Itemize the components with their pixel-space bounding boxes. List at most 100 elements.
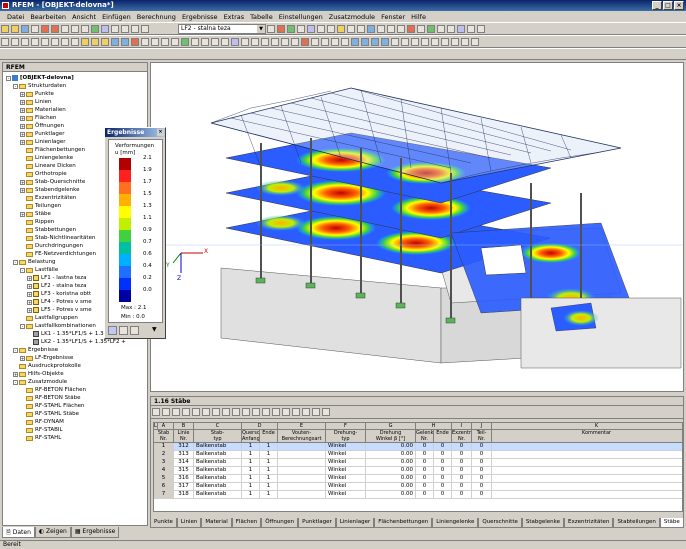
- row-header[interactable]: 6: [154, 483, 174, 491]
- expand-icon[interactable]: +: [20, 139, 25, 145]
- table-cell[interactable]: [278, 459, 326, 467]
- scale-obj-icon[interactable]: [271, 38, 279, 46]
- tab-ergebnisse[interactable]: ▦ Ergebnisse: [70, 527, 120, 538]
- tree-item[interactable]: RF-STAHL Stäbe: [20, 410, 79, 418]
- tree-item[interactable]: RF-BETON Stäbe: [20, 394, 80, 402]
- table-cell[interactable]: Winkel: [326, 491, 366, 499]
- table-cell[interactable]: 0.00: [366, 467, 416, 475]
- delete-icon[interactable]: [301, 38, 309, 46]
- sort-icon[interactable]: [172, 408, 180, 416]
- spline-icon[interactable]: [61, 38, 69, 46]
- table-cell[interactable]: 1: [242, 491, 260, 499]
- close-icon[interactable]: ×: [157, 129, 164, 136]
- tree-item[interactable]: Orthotropie: [20, 170, 67, 178]
- scale-icon[interactable]: [130, 326, 139, 335]
- table-cell[interactable]: 0: [416, 483, 434, 491]
- palette-icon[interactable]: [108, 326, 117, 335]
- table-cell[interactable]: [278, 475, 326, 483]
- table-cell[interactable]: Balkenstab: [194, 475, 242, 483]
- table-tab[interactable]: Flächenbettungen: [374, 518, 433, 528]
- table-cell[interactable]: 0: [472, 475, 492, 483]
- loadcase-select[interactable]: LF2 - stalna teza ▼: [178, 24, 266, 34]
- help-icon[interactable]: [477, 25, 486, 33]
- tree-item[interactable]: Exzentrizitäten: [20, 194, 76, 202]
- column-header[interactable]: QuerschnittAnfang: [242, 430, 260, 443]
- table-cell[interactable]: [492, 451, 682, 459]
- table-cell[interactable]: 312: [174, 443, 194, 451]
- tree-item[interactable]: + Stab-Querschnitte: [20, 178, 85, 186]
- lc-icon[interactable]: [141, 25, 149, 33]
- table-cell[interactable]: Balkenstab: [194, 491, 242, 499]
- grid-icon[interactable]: [152, 408, 160, 416]
- load-member-icon[interactable]: [161, 38, 169, 46]
- cut-icon[interactable]: [202, 408, 210, 416]
- section-icon[interactable]: [317, 25, 326, 33]
- table-cell[interactable]: 1: [260, 459, 278, 467]
- tree-item[interactable]: - Belastung: [13, 258, 56, 266]
- clip-icon[interactable]: [341, 38, 349, 46]
- table-cell[interactable]: 0: [416, 491, 434, 499]
- view-y-icon[interactable]: [361, 38, 369, 46]
- table-cell[interactable]: 0: [452, 491, 472, 499]
- expand-icon[interactable]: -: [13, 259, 18, 265]
- table-cell[interactable]: 0: [472, 467, 492, 475]
- table-tab[interactable]: Linienlager: [335, 518, 375, 528]
- chevron-down-icon[interactable]: ▼: [152, 326, 157, 333]
- show-icon[interactable]: [121, 25, 129, 33]
- tree-item[interactable]: FE-Netzverdichtungen: [20, 250, 96, 258]
- copy-icon[interactable]: [212, 408, 220, 416]
- copy-icon[interactable]: [71, 25, 79, 33]
- table-cell[interactable]: 1: [260, 483, 278, 491]
- anim-icon[interactable]: [307, 25, 316, 33]
- table-cell[interactable]: [278, 483, 326, 491]
- table-tab[interactable]: Stäbe: [659, 518, 684, 528]
- expand-icon[interactable]: +: [27, 307, 32, 313]
- connect-icon[interactable]: [291, 38, 299, 46]
- expand-icon[interactable]: +: [27, 275, 32, 281]
- maximize-button[interactable]: □: [663, 1, 673, 10]
- print-icon[interactable]: [302, 408, 310, 416]
- table-cell[interactable]: 0: [434, 483, 452, 491]
- table-cell[interactable]: 0: [416, 459, 434, 467]
- table-cell[interactable]: 1: [242, 443, 260, 451]
- export-icon[interactable]: [461, 38, 469, 46]
- tree-item[interactable]: + LF1 - lastna teza: [27, 274, 87, 282]
- table-tab[interactable]: Querschnitte: [478, 518, 522, 528]
- table-cell[interactable]: 0: [416, 451, 434, 459]
- zoom-icon[interactable]: [387, 25, 396, 33]
- table-cell[interactable]: 0.00: [366, 443, 416, 451]
- table-icon[interactable]: [111, 25, 119, 33]
- load-node-icon[interactable]: [141, 38, 149, 46]
- table-tab[interactable]: Stabgelenke: [521, 518, 565, 528]
- view-icon[interactable]: [367, 25, 376, 33]
- tree-item[interactable]: + Flächen: [20, 114, 56, 122]
- settings-icon[interactable]: [471, 38, 479, 46]
- table-cell[interactable]: Winkel: [326, 483, 366, 491]
- table-cell[interactable]: [278, 451, 326, 459]
- table-cell[interactable]: 0: [434, 443, 452, 451]
- table-cell[interactable]: 0: [472, 451, 492, 459]
- tree-item[interactable]: Ausdruckprotokolle: [13, 362, 81, 370]
- table-tab[interactable]: Öffnungen: [261, 518, 299, 528]
- surface-icon[interactable]: [81, 38, 89, 46]
- table-cell[interactable]: Balkenstab: [194, 443, 242, 451]
- support-icon[interactable]: [337, 25, 346, 33]
- expand-icon[interactable]: +: [20, 115, 25, 121]
- table-cell[interactable]: 0.00: [366, 459, 416, 467]
- row-header[interactable]: 5: [154, 475, 174, 483]
- find-icon[interactable]: [262, 408, 270, 416]
- table-cell[interactable]: Balkenstab: [194, 467, 242, 475]
- table-cell[interactable]: 1: [260, 467, 278, 475]
- table-cell[interactable]: 0: [434, 467, 452, 475]
- table-cell[interactable]: 0: [452, 475, 472, 483]
- table-cell[interactable]: [492, 443, 682, 451]
- table-cell[interactable]: 0: [452, 467, 472, 475]
- tree-item[interactable]: Liniengelenke: [20, 154, 73, 162]
- graphics-viewport[interactable]: X Y Z: [150, 62, 684, 392]
- reaction-icon[interactable]: [347, 25, 356, 33]
- scale-icon[interactable]: [357, 25, 366, 33]
- transparency-icon[interactable]: [421, 38, 429, 46]
- expand-icon[interactable]: +: [20, 99, 25, 105]
- table-cell[interactable]: [492, 459, 682, 467]
- mesh-icon[interactable]: [181, 38, 189, 46]
